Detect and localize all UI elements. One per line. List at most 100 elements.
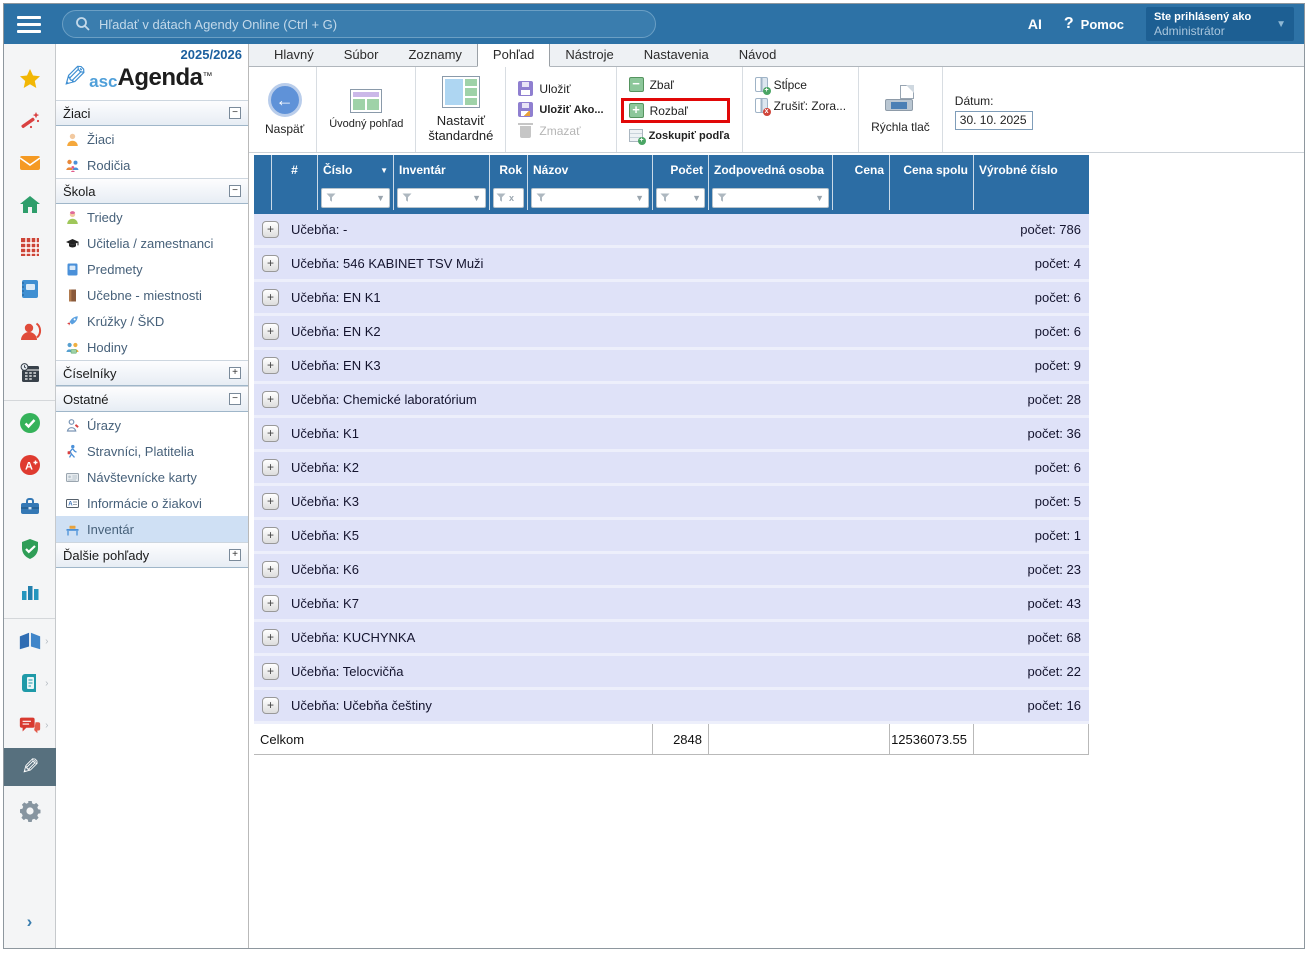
user-menu[interactable]: Ste prihlásený ako Administrátor ▼: [1146, 7, 1294, 41]
tab-nastavenia[interactable]: Nastavenia: [629, 44, 724, 66]
column-header-pocet[interactable]: Počet: [653, 155, 709, 185]
hamburger-menu-icon[interactable]: [17, 12, 47, 37]
save-button[interactable]: Uložiť: [518, 81, 603, 96]
tab-nastroje[interactable]: Nástroje: [550, 44, 628, 66]
briefcase-icon[interactable]: [17, 494, 43, 520]
quick-print-button[interactable]: Rýchla tlač: [871, 85, 930, 134]
copybook-icon[interactable]: ›: [17, 670, 43, 696]
expand-group-button[interactable]: +: [262, 561, 279, 578]
sidebar-item-kruzky[interactable]: Krúžky / ŠKD: [56, 308, 248, 334]
column-header-cena-spolu[interactable]: Cena spolu: [890, 155, 974, 185]
grades-icon[interactable]: A: [17, 452, 43, 478]
expand-groups-button[interactable]: +Rozbaľ: [629, 103, 722, 118]
bar-chart-icon[interactable]: [17, 578, 43, 604]
sidebar-item-urazy[interactable]: Úrazy: [56, 412, 248, 438]
tab-hlavny[interactable]: Hlavný: [259, 44, 329, 66]
column-header-index[interactable]: #: [272, 155, 318, 185]
timetable-grid-icon[interactable]: [17, 234, 43, 260]
library-book-icon[interactable]: ›: [17, 628, 43, 654]
favorites-star-icon[interactable]: [17, 66, 43, 92]
collapse-toggle-icon[interactable]: −: [229, 107, 241, 119]
column-header-nazov[interactable]: Názov: [528, 155, 653, 185]
mail-icon[interactable]: [17, 150, 43, 176]
cancel-sort-button[interactable]: xZrušiť: Zora...: [755, 98, 847, 113]
expand-group-button[interactable]: +: [262, 255, 279, 272]
sidebar-section-ziaci[interactable]: Žiaci −: [56, 100, 248, 126]
search-input[interactable]: Hľadať v dátach Agendy Online (Ctrl + G): [62, 10, 656, 38]
home-icon[interactable]: [17, 192, 43, 218]
filter-pocet[interactable]: ▼: [656, 188, 705, 208]
sidebar-item-informacie[interactable]: A Informácie o žiakovi: [56, 490, 248, 516]
expand-group-button[interactable]: +: [262, 425, 279, 442]
expand-group-button[interactable]: +: [262, 629, 279, 646]
sidebar-item-rodicia[interactable]: Rodičia: [56, 152, 248, 178]
back-button[interactable]: ← Naspäť: [265, 83, 304, 136]
group-label: Učebňa: K1: [291, 426, 359, 441]
tab-zoznamy[interactable]: Zoznamy: [393, 44, 476, 66]
sidebar-item-ucitelia[interactable]: Učitelia / zamestnanci: [56, 230, 248, 256]
notebook-icon[interactable]: [17, 276, 43, 302]
sidebar-item-inventar[interactable]: Inventár: [56, 516, 248, 542]
expand-group-button[interactable]: +: [262, 527, 279, 544]
sidebar-item-predmety[interactable]: Predmety: [56, 256, 248, 282]
expand-group-button[interactable]: +: [262, 221, 279, 238]
person-avatar-icon[interactable]: [17, 318, 43, 344]
expand-group-button[interactable]: +: [262, 663, 279, 680]
expand-group-button[interactable]: +: [262, 289, 279, 306]
filter-nazov[interactable]: ▼: [531, 188, 649, 208]
sidebar-section-ostatne[interactable]: Ostatné −: [56, 386, 248, 412]
sidebar-item-ucebne[interactable]: Učebne - miestnosti: [56, 282, 248, 308]
sidebar-item-triedy[interactable]: Triedy: [56, 204, 248, 230]
tab-navod[interactable]: Návod: [724, 44, 792, 66]
sidebar-item-ziaci[interactable]: Žiaci: [56, 126, 248, 152]
column-header-rok[interactable]: Rok: [490, 155, 528, 185]
shield-check-icon[interactable]: [17, 536, 43, 562]
filter-cislo[interactable]: ▼: [321, 188, 390, 208]
sidebar-item-stravnici[interactable]: Stravníci, Platitelia: [56, 438, 248, 464]
collapse-toggle-icon[interactable]: −: [229, 185, 241, 197]
group-by-button[interactable]: +Zoskupiť podľa: [629, 129, 730, 142]
set-default-button[interactable]: Nastaviťštandardné: [428, 76, 493, 143]
filter-zodpovedna-osoba[interactable]: ▼: [712, 188, 829, 208]
ai-button[interactable]: AI: [1028, 16, 1042, 32]
intro-view-button[interactable]: Úvodný pohľad: [329, 89, 403, 130]
expand-toggle-icon[interactable]: +: [229, 367, 241, 379]
calendar-clock-icon[interactable]: [17, 360, 43, 386]
filter-rok[interactable]: x: [493, 188, 524, 208]
expand-rail-chevron[interactable]: ›: [27, 912, 33, 932]
expand-toggle-icon[interactable]: +: [229, 549, 241, 561]
tab-subor[interactable]: Súbor: [329, 44, 394, 66]
date-input[interactable]: 30. 10. 2025: [955, 111, 1033, 130]
delete-button[interactable]: Zmazať: [518, 123, 603, 138]
magic-wand-icon[interactable]: [17, 108, 43, 134]
tab-pohlad[interactable]: Pohľad: [477, 43, 550, 67]
filter-inventar[interactable]: ▼: [397, 188, 486, 208]
column-header-inventar[interactable]: Inventár: [394, 155, 490, 185]
sidebar-item-navstevnicke-karty[interactable]: Návštevnícke karty: [56, 464, 248, 490]
expand-group-button[interactable]: +: [262, 357, 279, 374]
collapse-groups-button[interactable]: −Zbaľ: [629, 77, 730, 92]
expand-group-button[interactable]: +: [262, 459, 279, 476]
column-header-vyrobne-cislo[interactable]: Výrobné číslo: [974, 155, 1089, 185]
asc-agenda-active-tile[interactable]: ✎: [4, 748, 56, 786]
columns-button[interactable]: +Stĺpce: [755, 77, 847, 92]
save-as-button[interactable]: Uložiť Ako...: [518, 102, 603, 117]
collapse-toggle-icon[interactable]: −: [229, 393, 241, 405]
expand-group-button[interactable]: +: [262, 391, 279, 408]
expand-group-button[interactable]: +: [262, 323, 279, 340]
settings-gear-icon[interactable]: [17, 798, 43, 824]
column-header-cena[interactable]: Cena: [833, 155, 890, 185]
sidebar-section-dalsie-pohlady[interactable]: Ďalšie pohľady +: [56, 542, 248, 568]
expand-group-button[interactable]: +: [262, 493, 279, 510]
column-header-zodpovedna-osoba[interactable]: Zodpovedná osoba: [709, 155, 833, 185]
sidebar-item-hodiny[interactable]: Hodiny: [56, 334, 248, 360]
column-header-cislo[interactable]: Číslo▼: [318, 155, 394, 185]
help-button[interactable]: ? Pomoc: [1064, 15, 1124, 33]
expand-group-button[interactable]: +: [262, 595, 279, 612]
messages-icon[interactable]: ›: [17, 712, 43, 738]
sidebar-section-ciselniky[interactable]: Číselníky +: [56, 360, 248, 386]
expand-group-button[interactable]: +: [262, 697, 279, 714]
intro-view-label: Úvodný pohľad: [329, 118, 403, 130]
sidebar-section-skola[interactable]: Škola −: [56, 178, 248, 204]
attendance-check-icon[interactable]: [17, 410, 43, 436]
